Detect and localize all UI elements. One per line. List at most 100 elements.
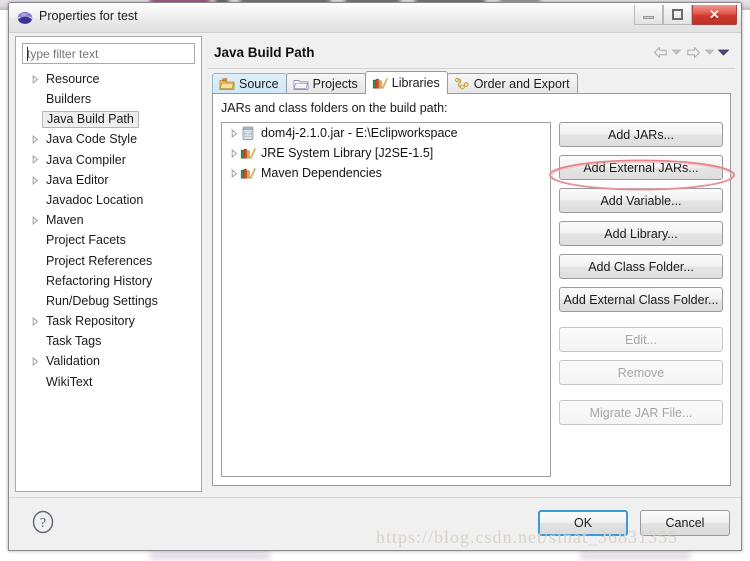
minimize-button[interactable]	[634, 5, 663, 25]
filter-input[interactable]	[23, 44, 194, 63]
eclipse-globe-icon	[17, 10, 33, 26]
help-question-icon[interactable]: ?	[31, 510, 55, 534]
screenshot-root: Properties for test ✕ type filter text R…	[0, 0, 750, 561]
forward-history-chevron-down-icon[interactable]	[704, 44, 715, 60]
expand-twisty-icon[interactable]	[30, 155, 40, 165]
settings-tree: Resource Builders Java Build Path Java Code…	[16, 69, 201, 392]
forward-arrow-icon[interactable]	[685, 44, 701, 60]
dialog-footer: ? OK Cancel	[9, 497, 741, 550]
sidebar-item-label: Task Tags	[46, 334, 102, 349]
source-folder-icon	[219, 77, 235, 92]
maximize-icon	[672, 9, 683, 20]
sidebar-item-label: Java Editor	[46, 172, 109, 187]
build-path-tabs: Source Projects Libraries Order and Export	[212, 71, 578, 94]
tab-source[interactable]: Source	[212, 73, 287, 94]
projects-icon	[293, 77, 309, 92]
expand-twisty-icon[interactable]	[30, 175, 40, 185]
more-chevron-down-filled-icon[interactable]	[718, 44, 729, 60]
libraries-books-icon	[372, 76, 388, 91]
add-external-class-folder-button[interactable]: Add External Class Folder...	[559, 287, 723, 312]
cancel-button[interactable]: Cancel	[640, 510, 730, 536]
jar-list-item[interactable]: Maven Dependencies	[222, 163, 550, 183]
edit-button: Edit...	[559, 327, 723, 352]
tab-libraries[interactable]: Libraries	[364, 71, 448, 94]
add-class-folder-button[interactable]: Add Class Folder...	[559, 254, 723, 279]
sidebar-item-maven[interactable]: Maven	[16, 210, 201, 230]
sidebar-item-task-tags[interactable]: Task Tags	[16, 331, 201, 351]
settings-nav-pane: Resource Builders Java Build Path Java Code…	[15, 36, 202, 492]
sidebar-item-refactoring-history[interactable]: Refactoring History	[16, 271, 201, 291]
sidebar-item-label: Task Repository	[46, 314, 135, 329]
sidebar-item-task-repository[interactable]: Task Repository	[16, 311, 201, 331]
sidebar-item-java-editor[interactable]: Java Editor	[16, 170, 201, 190]
sidebar-item-javadoc-location[interactable]: Javadoc Location	[16, 190, 201, 210]
desktop-background-bottom	[0, 551, 750, 561]
expand-twisty-icon[interactable]	[30, 215, 40, 225]
svg-text:?: ?	[40, 516, 46, 531]
jar-list-item[interactable]: JRE System Library [J2SE-1.5]	[222, 143, 550, 163]
sidebar-item-label: Java Compiler	[46, 152, 126, 167]
order-export-icon	[454, 77, 470, 92]
sidebar-item-label: Java Code Style	[46, 132, 138, 147]
library-icon	[240, 166, 256, 181]
jar-list-item-label: JRE System Library [J2SE-1.5]	[261, 146, 434, 160]
add-library-button[interactable]: Add Library...	[559, 221, 723, 246]
close-icon: ✕	[709, 6, 720, 22]
sidebar-item-wikitext[interactable]: WikiText	[16, 372, 201, 392]
sidebar-item-label: WikiText	[46, 374, 93, 389]
sidebar-item-label: Resource	[46, 71, 100, 86]
sidebar-item-label: Maven	[46, 213, 84, 228]
sidebar-item-project-references[interactable]: Project References	[16, 251, 201, 271]
add-external-jars-button[interactable]: Add External JARs...	[559, 155, 723, 180]
sidebar-item-label: Java Build Path	[42, 110, 139, 129]
tab-label: Order and Export	[473, 77, 570, 91]
expand-twisty-icon[interactable]	[30, 74, 40, 84]
tab-label: Projects	[312, 77, 358, 91]
expand-twisty-icon[interactable]	[228, 128, 240, 138]
tab-projects[interactable]: Projects	[285, 73, 366, 94]
expand-twisty-icon[interactable]	[30, 135, 40, 145]
jar-list-item[interactable]: 010 dom4j-2.1.0.jar - E:\Eclipworkspace	[222, 123, 550, 143]
sidebar-item-label: Builders	[46, 92, 92, 107]
settings-content-pane: Java Build Path Source Projects Librarie…	[206, 36, 737, 492]
tab-label: Source	[239, 77, 279, 91]
tab-label: Libraries	[391, 76, 440, 90]
sidebar-item-label: Javadoc Location	[46, 192, 144, 207]
title-separator	[208, 68, 735, 69]
expand-twisty-icon[interactable]	[30, 316, 40, 326]
sidebar-item-resource[interactable]: Resource	[16, 69, 201, 89]
sidebar-item-run-debug-settings[interactable]: Run/Debug Settings	[16, 291, 201, 311]
jar-icon: 010	[240, 126, 256, 141]
page-title: Java Build Path	[214, 45, 315, 60]
sidebar-item-label: Refactoring History	[46, 273, 153, 288]
migrate-jar-file-button: Migrate JAR File...	[559, 400, 723, 425]
back-arrow-icon[interactable]	[652, 44, 668, 60]
sidebar-item-java-build-path[interactable]: Java Build Path	[16, 109, 201, 129]
tab-order-and-export[interactable]: Order and Export	[446, 73, 578, 94]
sidebar-item-builders[interactable]: Builders	[16, 89, 201, 109]
jar-entries-list[interactable]: 010 dom4j-2.1.0.jar - E:\Eclipworkspace JR…	[221, 122, 551, 477]
page-nav-controls	[652, 44, 729, 60]
back-history-chevron-down-icon[interactable]	[671, 44, 682, 60]
sidebar-item-java-compiler[interactable]: Java Compiler	[16, 150, 201, 170]
sidebar-item-project-facets[interactable]: Project Facets	[16, 231, 201, 251]
jar-list-item-label: Maven Dependencies	[261, 166, 382, 180]
ok-button[interactable]: OK	[538, 510, 628, 536]
expand-twisty-icon[interactable]	[228, 148, 240, 158]
sidebar-item-validation[interactable]: Validation	[16, 352, 201, 372]
remove-button: Remove	[559, 360, 723, 385]
footer-buttons: OK Cancel	[538, 510, 730, 536]
sidebar-item-java-code-style[interactable]: Java Code Style	[16, 130, 201, 150]
maximize-button[interactable]	[663, 5, 692, 25]
add-jars-button[interactable]: Add JARs...	[559, 122, 723, 147]
library-icon	[240, 146, 256, 161]
libraries-panel-label: JARs and class folders on the build path…	[221, 101, 448, 115]
window-titlebar[interactable]: Properties for test ✕	[9, 3, 741, 33]
expand-twisty-icon[interactable]	[228, 168, 240, 178]
expand-twisty-icon[interactable]	[30, 357, 40, 367]
sidebar-item-label: Project References	[46, 253, 153, 268]
filter-input-wrapper[interactable]	[22, 43, 195, 64]
add-variable-button[interactable]: Add Variable...	[559, 188, 723, 213]
svg-text:010: 010	[245, 132, 251, 136]
close-button[interactable]: ✕	[692, 5, 737, 25]
